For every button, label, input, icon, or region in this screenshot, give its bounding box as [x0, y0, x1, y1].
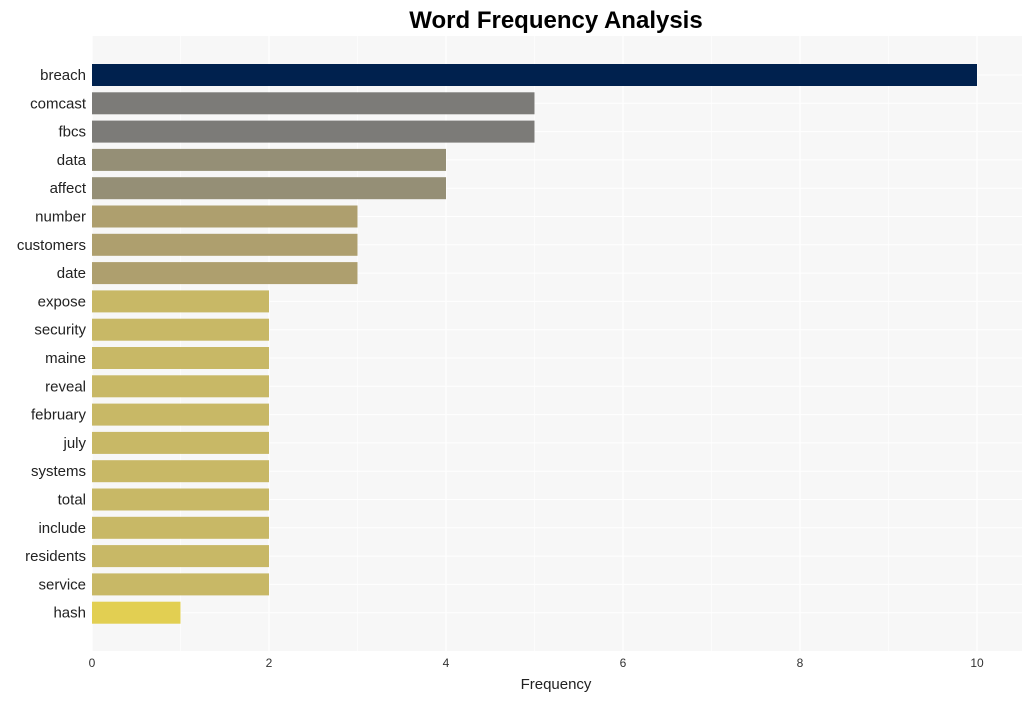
- category-label-date: date: [57, 265, 86, 282]
- bar-include: [92, 516, 269, 539]
- bar-reveal: [92, 375, 269, 398]
- category-label-number: number: [35, 209, 86, 226]
- bar-residents: [92, 545, 269, 568]
- x-axis-label: Frequency: [521, 676, 592, 693]
- category-label-security: security: [34, 322, 86, 339]
- x-tick-label: 2: [266, 656, 273, 670]
- x-tick-label: 10: [970, 656, 984, 670]
- bar-fbcs: [92, 120, 535, 143]
- category-label-data: data: [57, 152, 87, 169]
- bar-service: [92, 573, 269, 596]
- bar-affect: [92, 177, 446, 200]
- bar-number: [92, 205, 358, 228]
- category-label-service: service: [38, 576, 86, 593]
- category-label-systems: systems: [31, 463, 86, 480]
- bar-hash: [92, 601, 181, 624]
- category-label-residents: residents: [25, 548, 86, 565]
- x-tick-label: 0: [89, 656, 96, 670]
- category-label-fbcs: fbcs: [58, 124, 86, 141]
- bar-customers: [92, 233, 358, 256]
- category-label-affect: affect: [50, 180, 87, 197]
- category-label-reveal: reveal: [45, 378, 86, 395]
- bar-breach: [92, 64, 977, 86]
- x-tick-label: 8: [797, 656, 804, 670]
- category-label-hash: hash: [53, 605, 86, 622]
- bar-total: [92, 488, 269, 511]
- category-label-july: july: [62, 435, 86, 452]
- bar-date: [92, 262, 358, 285]
- category-label-expose: expose: [38, 293, 86, 310]
- x-tick-label: 6: [620, 656, 627, 670]
- bar-security: [92, 318, 269, 341]
- bar-february: [92, 403, 269, 426]
- category-label-breach: breach: [40, 67, 86, 84]
- bar-july: [92, 431, 269, 454]
- category-label-maine: maine: [45, 350, 86, 367]
- x-tick-labels: 0 2 4 6 8 10: [89, 656, 984, 670]
- bar-systems: [92, 460, 269, 483]
- bar-chart: breach comcast fbcs data affect number custome…: [17, 7, 1022, 693]
- bar-data: [92, 148, 446, 171]
- category-label-february: february: [31, 407, 87, 424]
- bar-maine: [92, 347, 269, 369]
- bar-expose: [92, 290, 269, 313]
- category-label-customers: customers: [17, 237, 86, 254]
- category-label-comcast: comcast: [30, 95, 87, 112]
- category-labels: breach comcast fbcs data affect number custome…: [17, 67, 87, 622]
- x-tick-label: 4: [443, 656, 450, 670]
- category-label-include: include: [38, 520, 86, 537]
- category-label-total: total: [58, 492, 86, 509]
- chart-title: Word Frequency Analysis: [409, 7, 702, 34]
- bar-comcast: [92, 92, 535, 115]
